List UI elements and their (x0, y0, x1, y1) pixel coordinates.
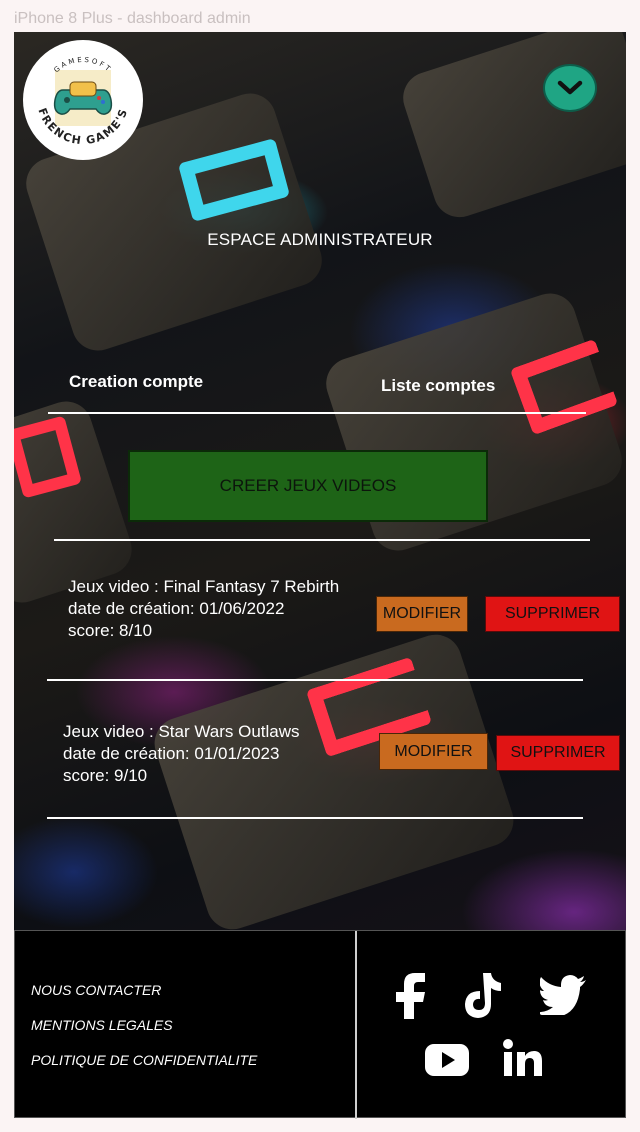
game-date: date de création: 01/01/2023 (63, 744, 280, 763)
delete-button[interactable]: SUPPRIMER (496, 735, 620, 771)
gamepad-logo-icon: GAMESOFT FRENCH GAME'S (35, 56, 129, 147)
footer-link-legal[interactable]: MENTIONS LEGALES (31, 1017, 173, 1033)
game-item: Jeux video : Star Wars Outlaws date de c… (63, 721, 300, 787)
frame-label: iPhone 8 Plus - dashboard admin (14, 10, 251, 27)
tab-liste-comptes[interactable]: Liste comptes (381, 376, 495, 396)
admin-dashboard: GAMESOFT FRENCH GAME'S ESPACE ADMINISTRA… (14, 32, 626, 930)
game-item: Jeux video : Final Fantasy 7 Rebirth dat… (68, 576, 339, 642)
twitter-icon[interactable] (540, 975, 586, 1015)
tiktok-icon[interactable] (463, 973, 505, 1019)
menu-toggle-button[interactable] (543, 64, 597, 112)
footer-divider (355, 931, 357, 1119)
create-video-game-button[interactable]: CREER JEUX VIDEOS (128, 450, 488, 522)
page-title: ESPACE ADMINISTRATEUR (207, 230, 433, 249)
brand-logo[interactable]: GAMESOFT FRENCH GAME'S (23, 40, 143, 160)
background-key (396, 32, 626, 224)
divider (54, 539, 590, 541)
linkedin-icon[interactable] (502, 1038, 542, 1078)
footer-link-privacy[interactable]: POLITIQUE DE CONFIDENTIALITE (31, 1052, 257, 1068)
divider (47, 817, 583, 819)
game-date: date de création: 01/06/2022 (68, 599, 285, 618)
modify-button[interactable]: MODIFIER (379, 733, 488, 770)
divider (48, 412, 586, 414)
tab-creation-compte[interactable]: Creation compte (69, 372, 203, 392)
modify-button[interactable]: MODIFIER (376, 596, 468, 632)
divider (47, 679, 583, 681)
game-title: Jeux video : Final Fantasy 7 Rebirth (68, 577, 340, 596)
game-title: Jeux video : Star Wars Outlaws (63, 722, 300, 741)
footer-link-contact[interactable]: NOUS CONTACTER (31, 982, 161, 998)
youtube-icon[interactable] (425, 1044, 469, 1076)
facebook-icon[interactable] (393, 973, 427, 1019)
footer: NOUS CONTACTER MENTIONS LEGALES POLITIQU… (14, 930, 626, 1119)
delete-button[interactable]: SUPPRIMER (485, 596, 620, 632)
game-score: score: 9/10 (63, 766, 148, 785)
game-score: score: 8/10 (68, 621, 153, 640)
chevron-down-icon (557, 80, 583, 95)
